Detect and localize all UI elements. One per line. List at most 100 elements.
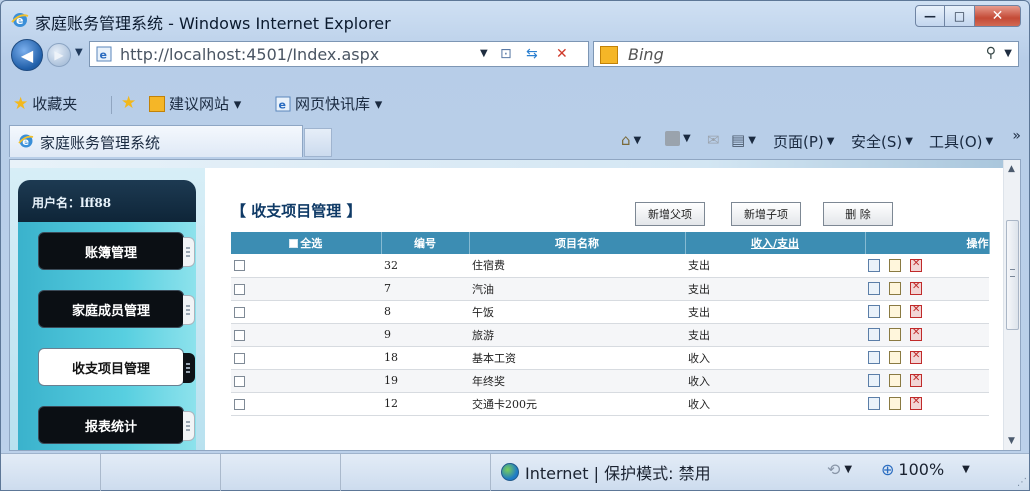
row-checkbox[interactable]: [234, 375, 245, 387]
safety-menu[interactable]: 安全(S) ▼: [851, 131, 913, 152]
row-type: 支出: [685, 323, 865, 347]
add-to-favorites-button[interactable]: ★: [121, 93, 136, 113]
username-label: 用户名：lff88: [32, 196, 112, 210]
resize-grip-icon[interactable]: ⋰: [1017, 477, 1027, 488]
delete-icon[interactable]: [910, 258, 922, 272]
search-options-dropdown-icon[interactable]: ▼: [1004, 48, 1012, 59]
forward-button[interactable]: ▶: [47, 43, 71, 67]
refresh-icon[interactable]: ⇆: [526, 46, 538, 62]
select-all-header[interactable]: 全选: [231, 232, 382, 254]
minimize-button[interactable]: —: [915, 5, 945, 27]
edit-icon[interactable]: [889, 282, 901, 295]
delete-icon[interactable]: [910, 373, 922, 387]
table-row: 9 旅游 支出: [231, 323, 989, 347]
row-name: 年终奖: [469, 369, 685, 393]
zoom-dropdown-icon[interactable]: ▼: [962, 464, 970, 475]
back-button[interactable]: ◀: [11, 39, 43, 71]
home-button[interactable]: ⌂ ▼: [621, 131, 641, 149]
tools-menu[interactable]: 工具(O) ▼: [929, 131, 993, 152]
scroll-down-icon[interactable]: ▼: [1008, 436, 1015, 446]
page-header-strip: [10, 160, 1005, 168]
row-checkbox[interactable]: [234, 306, 245, 318]
scrollbar-thumb[interactable]: [1006, 220, 1019, 330]
favorites-bar: ★ 收藏夹 ★ 建议网站 ▾ e 网页快讯库 ▾: [1, 89, 1029, 119]
table-row: 18 基本工资 收入: [231, 346, 989, 370]
zoom-control[interactable]: ⊕ 100% ▼: [881, 460, 970, 479]
row-checkbox[interactable]: [234, 329, 245, 341]
edit-icon[interactable]: [889, 258, 901, 272]
page-menu-label: 页面(P): [773, 133, 824, 151]
new-tab-button[interactable]: [304, 128, 332, 157]
page-viewport: 用户名：lff88 账簿管理 家庭成员管理 收支项目管理 报表统计 【 收支项目…: [9, 159, 1021, 451]
page-title: 【 收支项目管理 】: [231, 202, 362, 220]
home-dropdown-icon[interactable]: ▼: [634, 135, 642, 146]
address-dropdown-icon[interactable]: ▼: [480, 48, 488, 59]
stop-icon[interactable]: ✕: [556, 46, 568, 62]
edit-icon[interactable]: [889, 351, 901, 364]
security-zone-indicator[interactable]: Internet | 保护模式: 禁用: [501, 460, 711, 484]
delete-icon[interactable]: [910, 281, 922, 295]
delete-icon[interactable]: [910, 396, 922, 410]
row-name: 午饭: [469, 300, 685, 324]
nav-item-family-members[interactable]: 家庭成员管理: [38, 290, 195, 328]
view-icon[interactable]: [868, 258, 880, 272]
scroll-up-icon[interactable]: ▲: [1008, 164, 1015, 174]
address-field[interactable]: e http://localhost:4501/Index.aspx ▼ ⊡ ⇆…: [89, 41, 589, 67]
search-field[interactable]: Bing ⚲ ▼: [593, 41, 1019, 67]
view-icon[interactable]: [868, 282, 880, 295]
view-icon[interactable]: [868, 328, 880, 341]
select-all-checkbox[interactable]: [289, 239, 299, 248]
maximize-button[interactable]: □: [945, 5, 975, 27]
search-placeholder[interactable]: Bing: [628, 45, 664, 64]
accessibility-button[interactable]: ⟲ ▼: [827, 460, 852, 479]
recent-pages-dropdown-icon[interactable]: ▼: [75, 47, 83, 58]
suggested-sites-link[interactable]: 建议网站 ▾: [149, 93, 241, 114]
page-menu[interactable]: 页面(P) ▼: [773, 131, 834, 152]
command-bar-overflow-icon[interactable]: »: [1012, 128, 1021, 144]
compatibility-view-icon[interactable]: ⊡: [500, 46, 512, 62]
nav-item-reports[interactable]: 报表统计: [38, 406, 195, 444]
row-type: 收入: [685, 392, 865, 416]
row-type: 支出: [685, 300, 865, 324]
row-checkbox[interactable]: [234, 260, 245, 272]
edit-icon[interactable]: [889, 374, 901, 387]
delete-icon[interactable]: [910, 304, 922, 318]
suggested-sites-label: 建议网站 ▾: [169, 95, 242, 113]
close-button[interactable]: ✕: [975, 5, 1021, 27]
read-mail-button[interactable]: ✉: [707, 131, 720, 149]
view-icon[interactable]: [868, 305, 880, 318]
print-button[interactable]: ▤ ▼: [731, 131, 756, 149]
user-info-box: 用户名：lff88: [18, 180, 196, 222]
edit-icon[interactable]: [889, 328, 901, 341]
nav-item-reports-tab: [183, 411, 195, 441]
feeds-button[interactable]: ▼: [665, 131, 691, 146]
search-icon[interactable]: ⚲: [986, 45, 996, 61]
vertical-scrollbar[interactable]: ▲ ▼: [1003, 160, 1020, 450]
main-content: 【 收支项目管理 】 新增父项 新增子项 删 除 全选 编号 项目名称 收入/支…: [215, 168, 1005, 450]
edit-icon[interactable]: [889, 397, 901, 410]
view-icon[interactable]: [868, 351, 880, 364]
row-checkbox[interactable]: [234, 398, 245, 410]
view-icon[interactable]: [868, 397, 880, 410]
favorites-button[interactable]: ★ 收藏夹: [13, 93, 77, 114]
url-text[interactable]: http://localhost:4501/Index.aspx: [120, 45, 379, 64]
delete-icon[interactable]: [910, 350, 922, 364]
nav-item-ledger[interactable]: 账簿管理: [38, 232, 195, 270]
view-icon[interactable]: [868, 374, 880, 387]
home-icon: ⌂: [621, 131, 631, 149]
nav-item-income-expense[interactable]: 收支项目管理: [38, 348, 195, 386]
row-checkbox[interactable]: [234, 352, 245, 364]
accessibility-dropdown-icon: ▼: [844, 464, 853, 475]
active-tab[interactable]: e 家庭账务管理系统: [9, 125, 303, 157]
print-dropdown-icon[interactable]: ▼: [748, 135, 756, 146]
delete-icon[interactable]: [910, 327, 922, 341]
tab-title: 家庭账务管理系统: [40, 134, 161, 152]
feeds-dropdown-icon[interactable]: ▼: [683, 133, 691, 144]
row-checkbox[interactable]: [234, 283, 245, 295]
add-parent-item-button[interactable]: 新增父项: [635, 202, 705, 226]
edit-icon[interactable]: [889, 305, 901, 318]
column-header-type[interactable]: 收入/支出: [685, 232, 866, 254]
delete-button[interactable]: 删 除: [823, 202, 893, 226]
add-child-item-button[interactable]: 新增子项: [731, 202, 801, 226]
web-slice-gallery-link[interactable]: e 网页快讯库 ▾: [275, 93, 382, 114]
